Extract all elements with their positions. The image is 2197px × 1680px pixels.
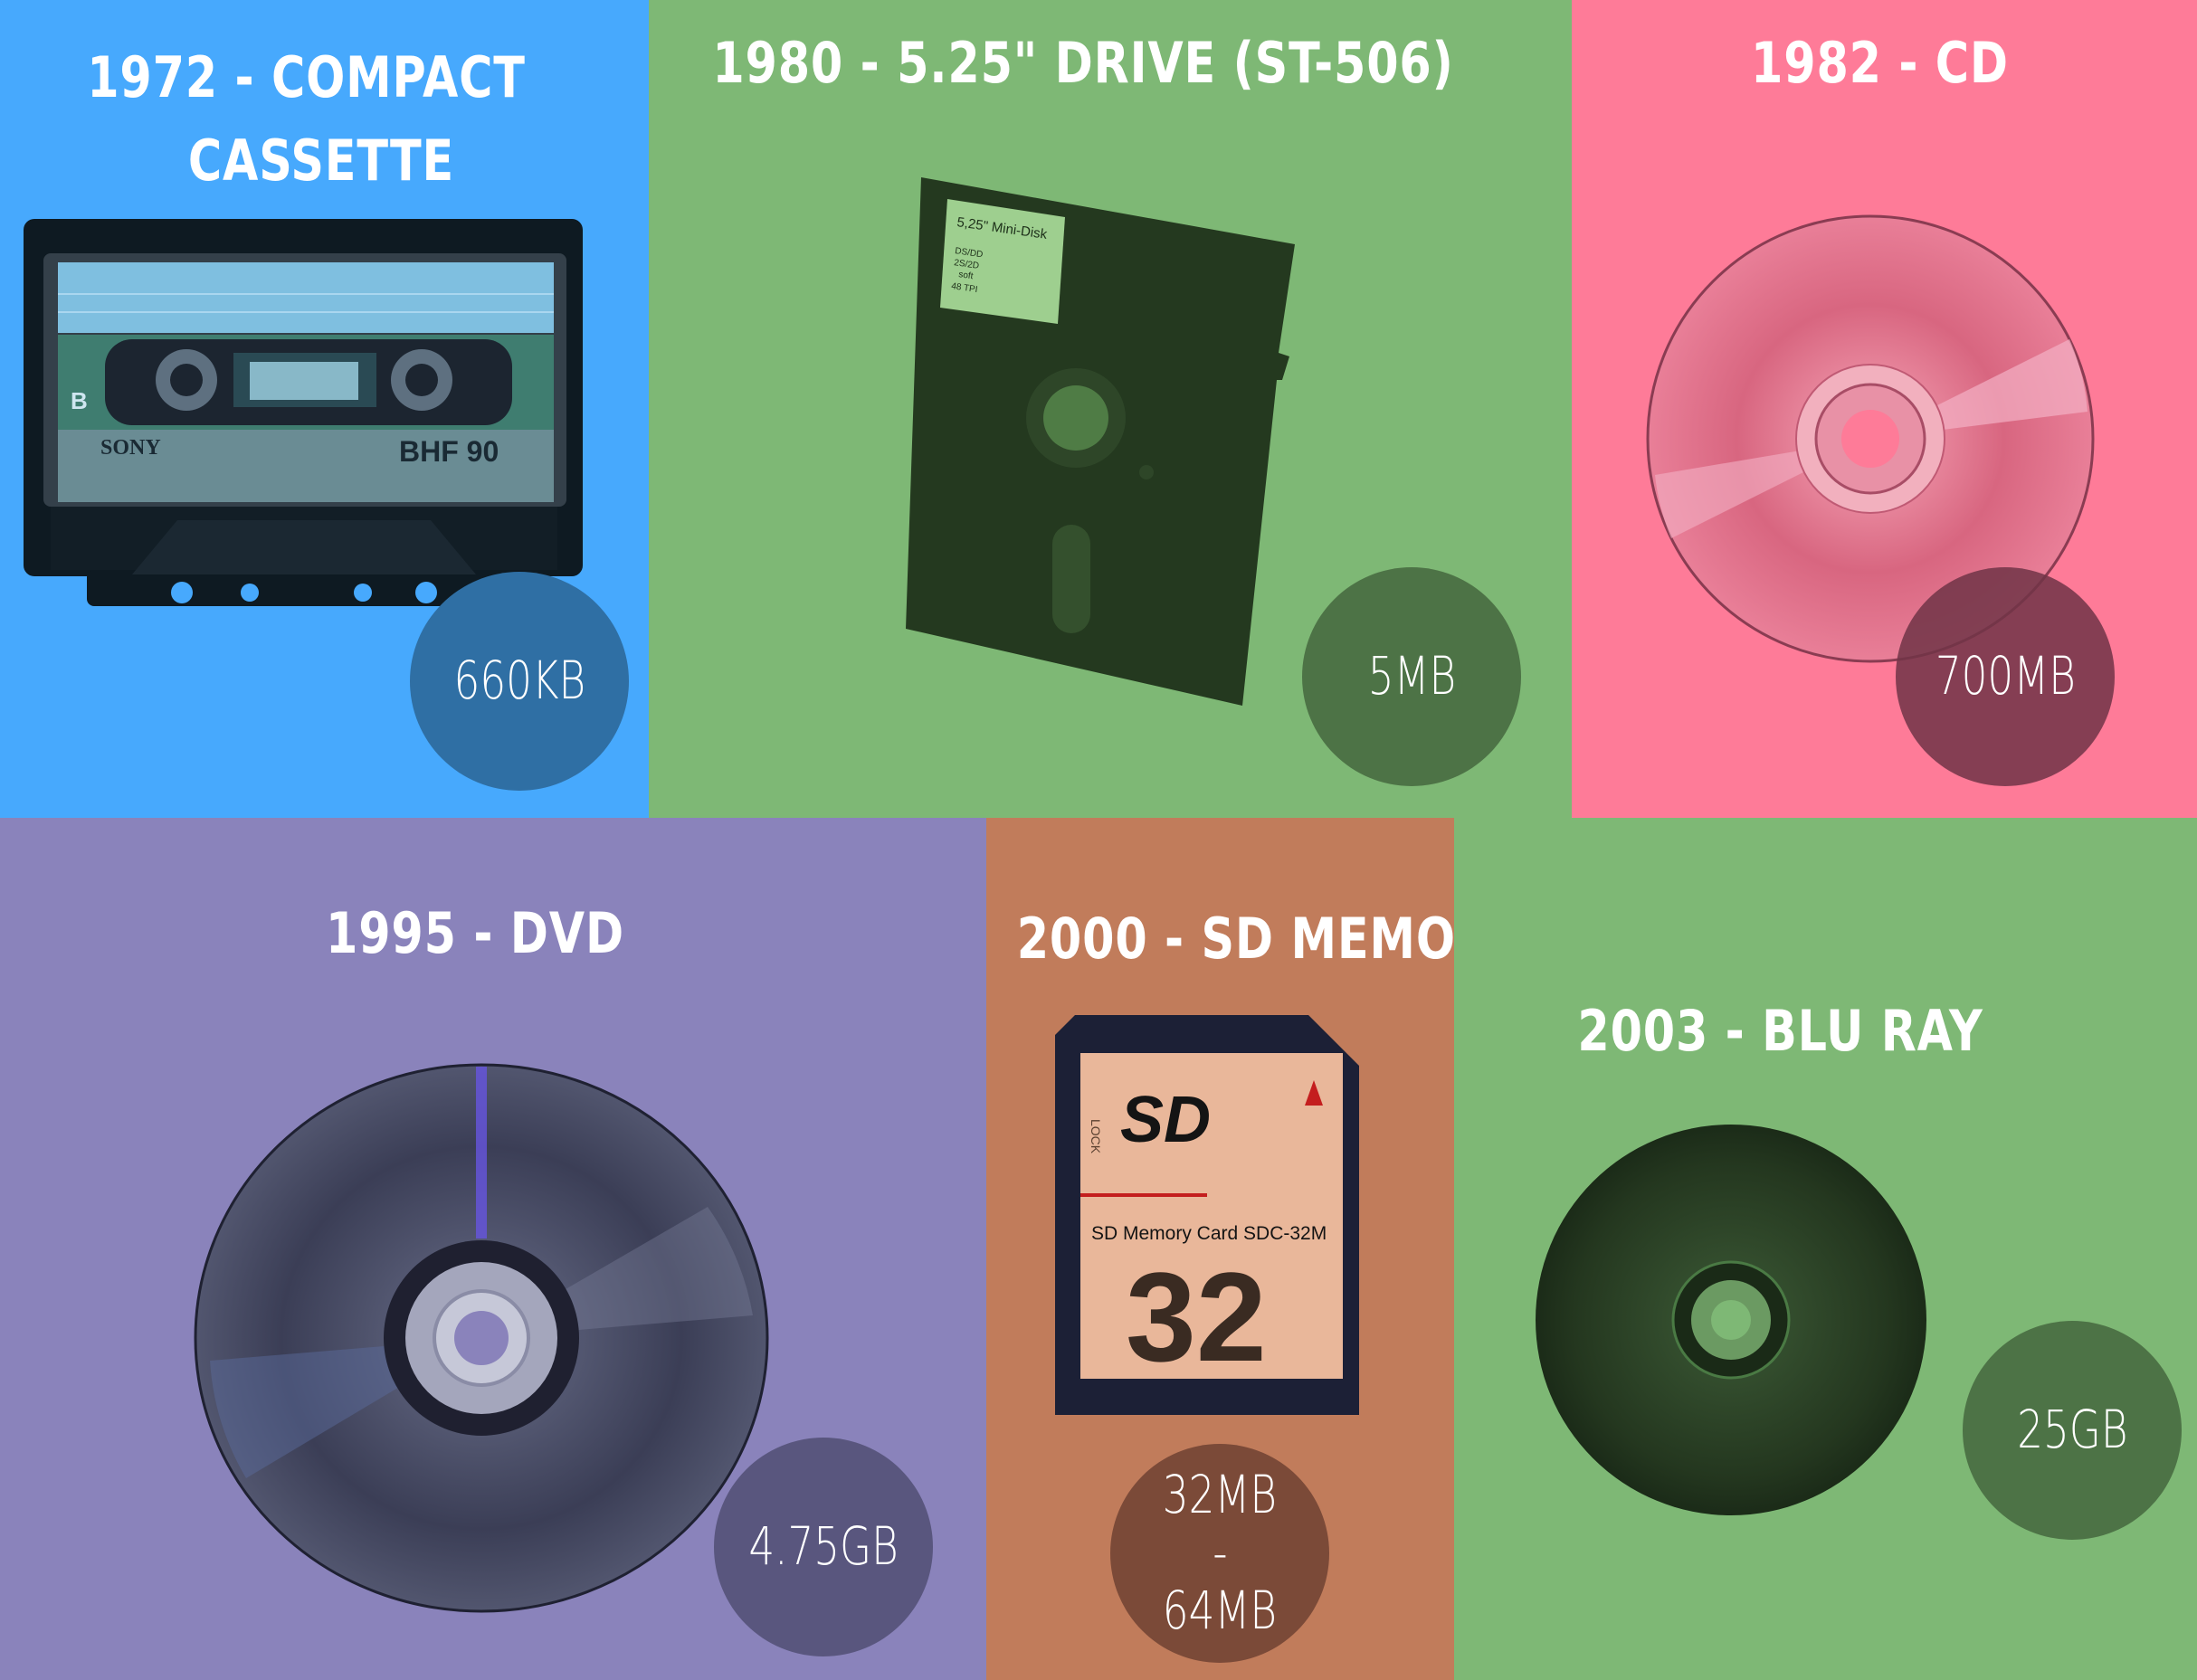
- bluray-capacity: 25GB: [2016, 1399, 2128, 1461]
- sd-capacity-line2: 64MB: [1162, 1579, 1278, 1641]
- cassette-capacity: 660KB: [453, 650, 585, 712]
- sd-card-text: SD Memory Card SDC-32M: [1091, 1223, 1327, 1244]
- dvd-title: 1995 - DVD: [326, 900, 624, 966]
- sd-capacity-line1: 32MB: [1162, 1464, 1278, 1526]
- floppy-capacity-badge: 5MB: [1302, 567, 1521, 786]
- cd-capacity: 700MB: [1935, 645, 2076, 707]
- dvd-capacity: 4.75GB: [748, 1515, 899, 1578]
- cassette-image: B SONY BHF 90: [24, 219, 583, 606]
- sd-capacity-badge: 32MB - 64MB: [1110, 1444, 1329, 1663]
- bluray-title: 2003 - BLU RAY: [1577, 998, 1983, 1064]
- sd-card-lock: LOCK: [1089, 1119, 1103, 1154]
- cassette-side-label: B: [71, 387, 88, 414]
- cassette-capacity-badge: 660KB: [410, 572, 629, 791]
- sd-capacity-sep: -: [1212, 1522, 1228, 1584]
- cassette-brand: SONY: [100, 436, 161, 460]
- cassette-title-line2: CASSETTE: [187, 128, 455, 194]
- panel-dvd: 1995 - DVD 4.75GB: [0, 818, 986, 1680]
- dvd-capacity-badge: 4.75GB: [714, 1438, 933, 1656]
- bluray-capacity-badge: 25GB: [1963, 1321, 2182, 1540]
- panel-cd: 1982 - CD 700MB: [1572, 0, 2197, 818]
- sd-image: SD SD Memory Card SDC-32M 32 LOCK: [1055, 1015, 1359, 1415]
- panel-sd: 2000 - SD MEMORY SD SD Memory Card SDC-3…: [986, 818, 1454, 1680]
- dvd-image: [194, 1063, 769, 1613]
- floppy-capacity: 5MB: [1367, 645, 1456, 707]
- cassette-title-line1: 1972 - COMPACT: [87, 44, 526, 110]
- cassette-model: BHF 90: [399, 435, 499, 468]
- panel-cassette: 1972 - COMPACT CASSETTE B SONY BHF 90 66…: [0, 0, 649, 818]
- floppy-image: 5,25" Mini-Disk DS/DD 2S/2D soft 48 TPI: [906, 177, 1295, 706]
- floppy-label-line-3: soft: [958, 270, 975, 281]
- bluray-image: [1536, 1125, 1926, 1515]
- sd-title: 2000 - SD MEMORY: [1016, 906, 1454, 972]
- sd-card-number: 32: [1126, 1246, 1267, 1388]
- panel-bluray: 2003 - BLU RAY 25GB: [1454, 818, 2197, 1680]
- floppy-title: 1980 - 5.25" DRIVE (ST-506): [712, 30, 1454, 96]
- cd-title: 1982 - CD: [1751, 30, 2009, 96]
- cd-capacity-badge: 700MB: [1896, 567, 2115, 786]
- panel-floppy: 1980 - 5.25" DRIVE (ST-506) 5,25" Mini-D…: [649, 0, 1572, 818]
- sd-card-logo: SD: [1120, 1084, 1211, 1156]
